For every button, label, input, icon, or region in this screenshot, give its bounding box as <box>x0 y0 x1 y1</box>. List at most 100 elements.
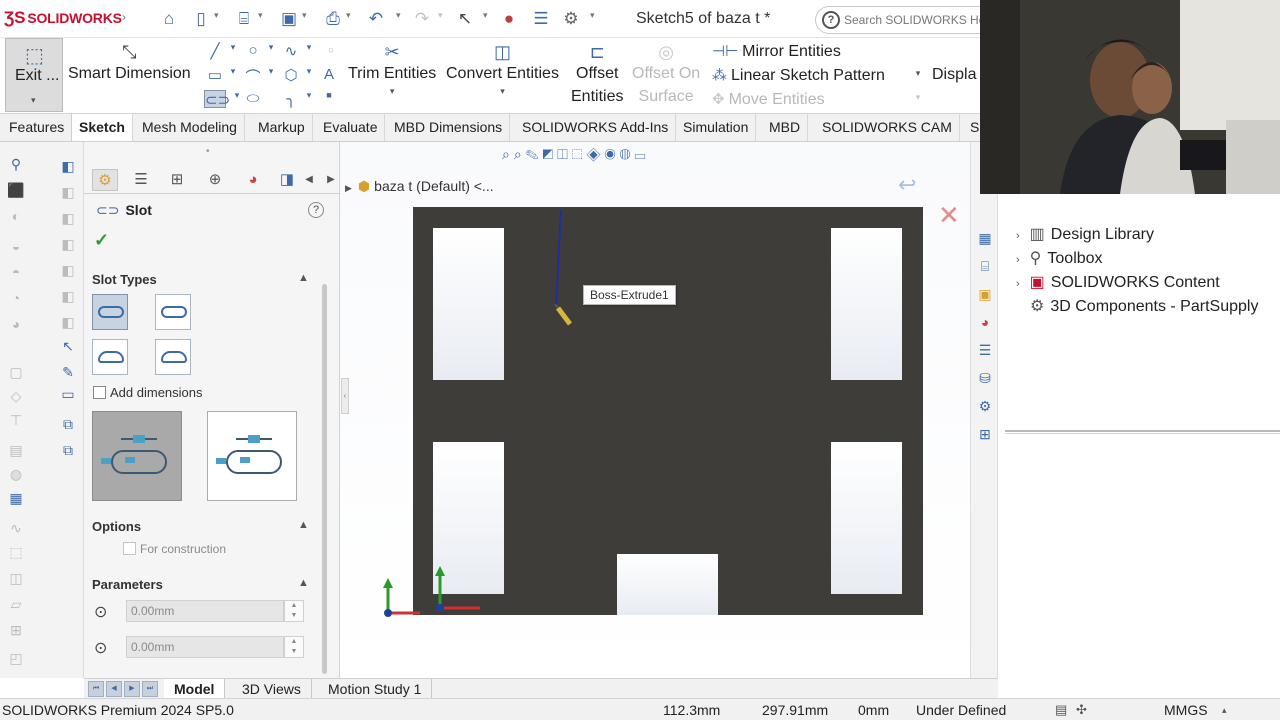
appearances-icon[interactable]: ◕ <box>975 312 995 332</box>
display-style-icon[interactable]: ◈ <box>587 146 605 162</box>
partsupply-icon[interactable]: ⊞ <box>975 424 995 444</box>
trim-dropdown-icon[interactable]: ▾ <box>348 85 436 97</box>
sketch-status-icon[interactable]: ✣ <box>1076 702 1087 718</box>
custom-properties-icon[interactable]: ☰ <box>975 340 995 360</box>
pm-collapse-handle[interactable]: ‹ <box>341 378 349 414</box>
extrude-icon[interactable]: ⬛ <box>6 180 26 200</box>
prev-tab-nav-icon[interactable]: ◀ <box>106 681 122 697</box>
point-icon[interactable]: ■ <box>320 90 338 100</box>
polygon-icon[interactable]: ⬡ <box>282 66 300 84</box>
section-view-icon[interactable]: ◩ <box>542 146 557 162</box>
tab-simulation[interactable]: Simulation <box>676 114 757 141</box>
offset-entities-button[interactable]: ⊏ Offset Entities <box>571 42 623 108</box>
polygon-dropdown-icon[interactable]: ▾ <box>300 66 318 77</box>
scene-icon[interactable]: ▭ <box>635 146 650 162</box>
file-explorer-tab-icon[interactable]: ⌸ <box>975 256 995 276</box>
print-dropdown-icon[interactable]: ▾ <box>346 10 351 21</box>
tab-markup[interactable]: Markup <box>251 114 313 141</box>
fillet-dropdown-icon[interactable]: ▾ <box>300 90 318 101</box>
line-icon[interactable]: ╱ <box>206 42 224 60</box>
center-x-spinner[interactable]: ▲ ▼ <box>284 600 304 622</box>
dynamic-annotation-icon[interactable]: ◫ <box>557 146 572 162</box>
undo-dropdown-icon[interactable]: ▾ <box>396 10 401 21</box>
overall-length-dimension-option[interactable] <box>92 411 182 501</box>
spline-dropdown-icon[interactable]: ▾ <box>300 42 318 53</box>
tab-evaluate[interactable]: Evaluate <box>316 114 386 141</box>
pm-drag-handle[interactable]: • <box>206 146 210 157</box>
save-dropdown-icon[interactable]: ▾ <box>302 10 307 21</box>
first-tab-nav-icon[interactable]: ⏮ <box>88 681 104 697</box>
repair-sketch-icon[interactable]: ⧉ <box>58 440 78 460</box>
expand-arrow-icon[interactable]: › <box>1016 254 1020 266</box>
tab-mbd-dimensions[interactable]: MBD Dimensions <box>387 114 511 141</box>
smart-dimension-button[interactable]: ⤡ Smart Dimension <box>68 42 191 85</box>
select-dropdown-icon[interactable]: ▾ <box>483 10 488 21</box>
exit-dropdown-icon[interactable]: ▾ <box>31 95 36 106</box>
file-properties-icon[interactable]: ☰ <box>530 8 552 30</box>
parameters-collapse-icon[interactable]: ▲ <box>298 577 309 589</box>
sketch-fillet-icon[interactable]: ╮ <box>282 90 300 108</box>
sketch-icon[interactable]: ◧ <box>58 156 78 176</box>
3d-components-icon[interactable]: ⚙ <box>975 396 995 416</box>
select-arrow-icon[interactable]: ↖ <box>454 8 476 30</box>
appearance-icon[interactable]: ◍ <box>620 146 635 162</box>
tab-mbd[interactable]: MBD <box>762 114 809 141</box>
view-orientation-icon[interactable]: ⬚ <box>572 146 587 162</box>
print-icon[interactable]: ⎙ <box>322 8 344 30</box>
menu-expand-arrow-icon[interactable]: › <box>122 10 126 24</box>
tree-item-solidworks-content[interactable]: › ▣ SOLIDWORKS Content <box>1016 272 1220 292</box>
tab-model[interactable]: Model <box>164 679 226 699</box>
home-icon[interactable]: ⌂ <box>158 8 180 30</box>
pm-scrollbar[interactable] <box>322 284 327 674</box>
circle-dropdown-icon[interactable]: ▾ <box>262 42 280 53</box>
hide-show-icon[interactable]: ◉ <box>605 146 620 162</box>
center-y-input[interactable]: 0.00mm <box>126 636 284 658</box>
edit-sketch-icon[interactable]: ✎ <box>58 362 78 382</box>
tree-item-3d-components[interactable]: ⚙ 3D Components - PartSupply <box>1030 296 1258 316</box>
save-icon[interactable]: ▣ <box>278 8 300 30</box>
new-dropdown-icon[interactable]: ▾ <box>214 10 219 21</box>
rebuild-status-icon[interactable]: ▤ <box>1055 702 1067 718</box>
expand-arrow-icon[interactable]: › <box>1016 230 1020 242</box>
previous-view-icon[interactable]: ✎ <box>526 146 543 162</box>
view-palette-icon[interactable]: ▣ <box>975 284 995 304</box>
help-icon[interactable]: ? <box>308 202 324 218</box>
dimxpert-manager-tab[interactable]: ⊕ <box>202 169 228 191</box>
design-library-tab-icon[interactable]: ▦ <box>975 228 995 248</box>
mirror-entities-button[interactable]: ⊣⊢ Mirror Entities <box>712 42 841 61</box>
slot-types-collapse-icon[interactable]: ▲ <box>298 272 309 284</box>
linear-sketch-pattern-button[interactable]: ⁂ Linear Sketch Pattern <box>712 66 885 85</box>
open-dropdown-icon[interactable]: ▾ <box>258 10 263 21</box>
options-gear-icon[interactable]: ⚙ <box>560 8 582 30</box>
feature-breadcrumb[interactable]: ▶ ⬢ baza t (Default) <... <box>345 178 494 195</box>
arc-dropdown-icon[interactable]: ▾ <box>262 66 280 77</box>
zoom-to-fit-icon[interactable]: ⌕ <box>502 146 514 162</box>
sketch-text-icon[interactable]: A <box>320 66 338 83</box>
center-y-spinner[interactable]: ▲ ▼ <box>284 636 304 658</box>
three-point-arc-slot-button[interactable] <box>92 339 128 375</box>
undo-icon[interactable]: ↶ <box>365 8 387 30</box>
heads-up-view-toolbar[interactable]: ⌕⌕✎◩◫⬚◈◉◍▭ <box>502 146 649 164</box>
tab-sketch[interactable]: Sketch <box>71 114 133 141</box>
next-tab-nav-icon[interactable]: ▶ <box>124 681 140 697</box>
straight-slot-button[interactable] <box>92 294 128 330</box>
display-sketch-icon[interactable]: ▭ <box>58 384 78 404</box>
convert-entities-button[interactable]: ◫ Convert Entities ▾ <box>446 42 559 97</box>
solidworks-forum-icon[interactable]: ⛁ <box>975 368 995 388</box>
display-relations-button[interactable]: Displa <box>932 66 976 84</box>
configuration-manager-tab[interactable]: ⊞ <box>164 169 190 191</box>
zoom-to-area-icon[interactable]: ⌕ <box>514 146 526 162</box>
cancel-sketch-icon[interactable]: ✕ <box>938 200 960 231</box>
tree-item-toolbox[interactable]: › ⚲ Toolbox <box>1016 248 1103 268</box>
tab-3d-views[interactable]: 3D Views <box>232 679 312 699</box>
property-manager-tab[interactable]: ☰ <box>128 169 154 191</box>
ellipse-icon[interactable]: ⬭ <box>244 90 262 107</box>
new-document-icon[interactable]: ▯ <box>190 8 212 30</box>
display-manager-tab[interactable]: ◕ <box>240 169 266 191</box>
sketch-relation-icon[interactable]: ⚲ <box>6 154 26 174</box>
line-dropdown-icon[interactable]: ▾ <box>224 42 242 53</box>
open-folder-icon[interactable]: ⌸ <box>233 8 255 30</box>
select-chain-icon[interactable]: ↖ <box>58 336 78 356</box>
tab-features[interactable]: Features <box>2 114 73 141</box>
copy-entities-icon[interactable]: ⧉ <box>58 414 78 434</box>
